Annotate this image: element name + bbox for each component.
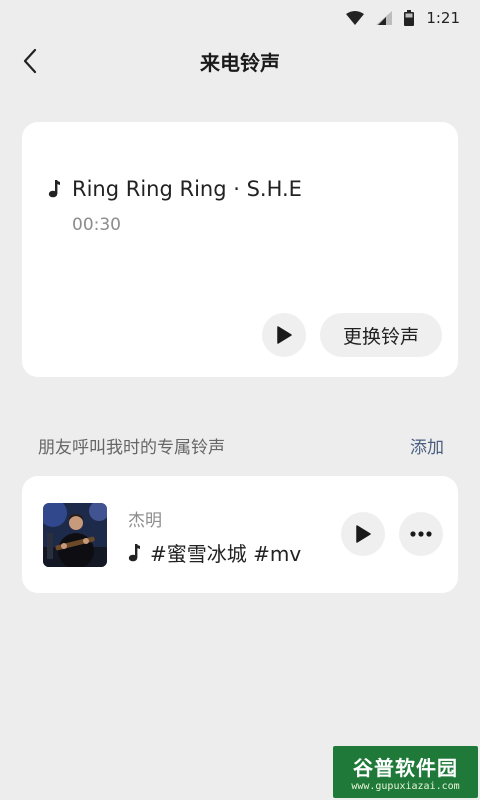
battery-icon bbox=[404, 10, 415, 26]
avatar bbox=[43, 503, 107, 567]
friend-ringtone-card: 杰明 #蜜雪冰城 #mv bbox=[22, 476, 458, 593]
more-options-button[interactable] bbox=[399, 512, 443, 556]
ringtone-play-button[interactable] bbox=[262, 313, 306, 357]
change-ringtone-button[interactable]: 更换铃声 bbox=[320, 313, 442, 357]
watermark-url: www.gupuxiazai.com bbox=[351, 781, 460, 792]
ringtone-duration: 00:30 bbox=[72, 215, 121, 235]
more-icon bbox=[410, 531, 432, 537]
watermark-brand: 谷普软件园 bbox=[353, 756, 458, 780]
ringtone-title: Ring Ring Ring · S.H.E bbox=[72, 177, 302, 201]
page-title: 来电铃声 bbox=[200, 50, 280, 75]
friend-name: 杰明 bbox=[128, 511, 162, 531]
friend-song-title: #蜜雪冰城 #mv bbox=[150, 542, 302, 566]
play-icon bbox=[277, 326, 292, 344]
status-time: 1:21 bbox=[426, 9, 460, 27]
wifi-icon bbox=[346, 11, 365, 25]
friend-song-line: #蜜雪冰城 #mv bbox=[128, 538, 301, 567]
back-button[interactable] bbox=[12, 42, 48, 80]
chevron-left-icon bbox=[23, 48, 37, 74]
ringtone-line: Ring Ring Ring · S.H.E bbox=[48, 177, 302, 201]
header: 来电铃声 bbox=[0, 36, 480, 86]
signal-icon bbox=[376, 11, 393, 25]
add-button[interactable]: 添加 bbox=[410, 433, 444, 458]
section-title: 朋友呼叫我时的专属铃声 bbox=[38, 438, 225, 458]
friend-ringtone-section-header: 朋友呼叫我时的专属铃声 添加 bbox=[38, 433, 444, 458]
friend-play-button[interactable] bbox=[341, 512, 385, 556]
status-bar: 1:21 bbox=[0, 0, 480, 36]
music-note-icon bbox=[128, 543, 140, 561]
watermark-logo: 谷普软件园 www.gupuxiazai.com bbox=[333, 746, 478, 798]
music-note-icon bbox=[48, 180, 60, 198]
current-ringtone-card: Ring Ring Ring · S.H.E 00:30 更换铃声 bbox=[22, 122, 458, 377]
play-icon bbox=[356, 525, 371, 543]
